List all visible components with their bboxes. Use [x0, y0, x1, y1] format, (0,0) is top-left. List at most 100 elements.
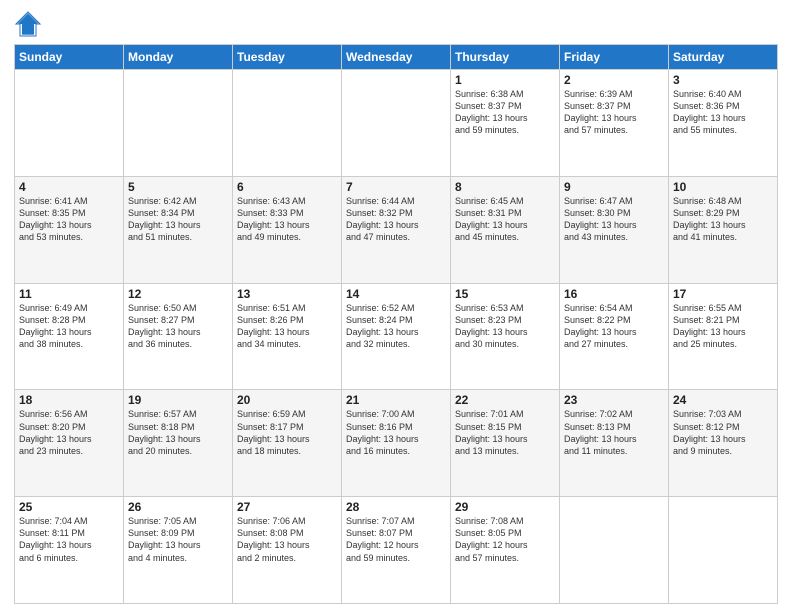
day-number: 15	[455, 287, 555, 301]
day-number: 3	[673, 73, 773, 87]
calendar-cell: 12Sunrise: 6:50 AM Sunset: 8:27 PM Dayli…	[124, 283, 233, 390]
day-header-monday: Monday	[124, 45, 233, 70]
day-info: Sunrise: 7:01 AM Sunset: 8:15 PM Dayligh…	[455, 408, 555, 457]
calendar-cell	[233, 70, 342, 177]
day-number: 26	[128, 500, 228, 514]
calendar-cell: 20Sunrise: 6:59 AM Sunset: 8:17 PM Dayli…	[233, 390, 342, 497]
day-info: Sunrise: 7:00 AM Sunset: 8:16 PM Dayligh…	[346, 408, 446, 457]
day-number: 22	[455, 393, 555, 407]
calendar-cell: 23Sunrise: 7:02 AM Sunset: 8:13 PM Dayli…	[560, 390, 669, 497]
day-number: 25	[19, 500, 119, 514]
day-info: Sunrise: 7:08 AM Sunset: 8:05 PM Dayligh…	[455, 515, 555, 564]
day-number: 2	[564, 73, 664, 87]
day-header-saturday: Saturday	[669, 45, 778, 70]
day-info: Sunrise: 6:55 AM Sunset: 8:21 PM Dayligh…	[673, 302, 773, 351]
day-info: Sunrise: 6:57 AM Sunset: 8:18 PM Dayligh…	[128, 408, 228, 457]
day-info: Sunrise: 7:02 AM Sunset: 8:13 PM Dayligh…	[564, 408, 664, 457]
calendar: SundayMondayTuesdayWednesdayThursdayFrid…	[14, 44, 778, 604]
day-number: 23	[564, 393, 664, 407]
day-header-wednesday: Wednesday	[342, 45, 451, 70]
day-number: 13	[237, 287, 337, 301]
day-number: 8	[455, 180, 555, 194]
calendar-cell: 19Sunrise: 6:57 AM Sunset: 8:18 PM Dayli…	[124, 390, 233, 497]
calendar-cell	[124, 70, 233, 177]
calendar-cell: 28Sunrise: 7:07 AM Sunset: 8:07 PM Dayli…	[342, 497, 451, 604]
day-info: Sunrise: 6:51 AM Sunset: 8:26 PM Dayligh…	[237, 302, 337, 351]
day-info: Sunrise: 6:48 AM Sunset: 8:29 PM Dayligh…	[673, 195, 773, 244]
day-number: 16	[564, 287, 664, 301]
calendar-cell: 22Sunrise: 7:01 AM Sunset: 8:15 PM Dayli…	[451, 390, 560, 497]
day-info: Sunrise: 6:54 AM Sunset: 8:22 PM Dayligh…	[564, 302, 664, 351]
calendar-cell	[15, 70, 124, 177]
calendar-cell: 3Sunrise: 6:40 AM Sunset: 8:36 PM Daylig…	[669, 70, 778, 177]
day-number: 12	[128, 287, 228, 301]
calendar-cell: 8Sunrise: 6:45 AM Sunset: 8:31 PM Daylig…	[451, 176, 560, 283]
day-info: Sunrise: 6:43 AM Sunset: 8:33 PM Dayligh…	[237, 195, 337, 244]
calendar-week-row: 4Sunrise: 6:41 AM Sunset: 8:35 PM Daylig…	[15, 176, 778, 283]
day-info: Sunrise: 7:03 AM Sunset: 8:12 PM Dayligh…	[673, 408, 773, 457]
day-number: 29	[455, 500, 555, 514]
day-number: 7	[346, 180, 446, 194]
day-info: Sunrise: 7:07 AM Sunset: 8:07 PM Dayligh…	[346, 515, 446, 564]
calendar-header-row: SundayMondayTuesdayWednesdayThursdayFrid…	[15, 45, 778, 70]
calendar-cell: 29Sunrise: 7:08 AM Sunset: 8:05 PM Dayli…	[451, 497, 560, 604]
day-number: 9	[564, 180, 664, 194]
calendar-cell: 9Sunrise: 6:47 AM Sunset: 8:30 PM Daylig…	[560, 176, 669, 283]
calendar-cell: 10Sunrise: 6:48 AM Sunset: 8:29 PM Dayli…	[669, 176, 778, 283]
calendar-cell: 11Sunrise: 6:49 AM Sunset: 8:28 PM Dayli…	[15, 283, 124, 390]
calendar-cell	[560, 497, 669, 604]
calendar-cell: 14Sunrise: 6:52 AM Sunset: 8:24 PM Dayli…	[342, 283, 451, 390]
day-info: Sunrise: 6:56 AM Sunset: 8:20 PM Dayligh…	[19, 408, 119, 457]
header	[14, 10, 778, 38]
calendar-cell: 27Sunrise: 7:06 AM Sunset: 8:08 PM Dayli…	[233, 497, 342, 604]
day-info: Sunrise: 6:49 AM Sunset: 8:28 PM Dayligh…	[19, 302, 119, 351]
calendar-cell: 6Sunrise: 6:43 AM Sunset: 8:33 PM Daylig…	[233, 176, 342, 283]
day-number: 14	[346, 287, 446, 301]
calendar-cell: 18Sunrise: 6:56 AM Sunset: 8:20 PM Dayli…	[15, 390, 124, 497]
day-info: Sunrise: 6:41 AM Sunset: 8:35 PM Dayligh…	[19, 195, 119, 244]
day-info: Sunrise: 7:04 AM Sunset: 8:11 PM Dayligh…	[19, 515, 119, 564]
calendar-week-row: 1Sunrise: 6:38 AM Sunset: 8:37 PM Daylig…	[15, 70, 778, 177]
day-info: Sunrise: 7:05 AM Sunset: 8:09 PM Dayligh…	[128, 515, 228, 564]
day-number: 17	[673, 287, 773, 301]
day-info: Sunrise: 6:50 AM Sunset: 8:27 PM Dayligh…	[128, 302, 228, 351]
day-info: Sunrise: 6:42 AM Sunset: 8:34 PM Dayligh…	[128, 195, 228, 244]
day-info: Sunrise: 6:40 AM Sunset: 8:36 PM Dayligh…	[673, 88, 773, 137]
calendar-cell: 1Sunrise: 6:38 AM Sunset: 8:37 PM Daylig…	[451, 70, 560, 177]
calendar-cell: 2Sunrise: 6:39 AM Sunset: 8:37 PM Daylig…	[560, 70, 669, 177]
day-header-tuesday: Tuesday	[233, 45, 342, 70]
calendar-week-row: 25Sunrise: 7:04 AM Sunset: 8:11 PM Dayli…	[15, 497, 778, 604]
day-number: 6	[237, 180, 337, 194]
day-number: 20	[237, 393, 337, 407]
calendar-cell: 16Sunrise: 6:54 AM Sunset: 8:22 PM Dayli…	[560, 283, 669, 390]
logo	[14, 10, 46, 38]
calendar-cell: 4Sunrise: 6:41 AM Sunset: 8:35 PM Daylig…	[15, 176, 124, 283]
day-number: 27	[237, 500, 337, 514]
calendar-cell: 24Sunrise: 7:03 AM Sunset: 8:12 PM Dayli…	[669, 390, 778, 497]
day-number: 24	[673, 393, 773, 407]
day-number: 18	[19, 393, 119, 407]
calendar-cell: 7Sunrise: 6:44 AM Sunset: 8:32 PM Daylig…	[342, 176, 451, 283]
day-number: 11	[19, 287, 119, 301]
day-number: 5	[128, 180, 228, 194]
day-number: 19	[128, 393, 228, 407]
day-info: Sunrise: 6:38 AM Sunset: 8:37 PM Dayligh…	[455, 88, 555, 137]
calendar-cell: 26Sunrise: 7:05 AM Sunset: 8:09 PM Dayli…	[124, 497, 233, 604]
page: SundayMondayTuesdayWednesdayThursdayFrid…	[0, 0, 792, 612]
calendar-cell	[342, 70, 451, 177]
day-number: 1	[455, 73, 555, 87]
calendar-cell: 25Sunrise: 7:04 AM Sunset: 8:11 PM Dayli…	[15, 497, 124, 604]
day-number: 4	[19, 180, 119, 194]
day-header-friday: Friday	[560, 45, 669, 70]
day-number: 28	[346, 500, 446, 514]
day-header-sunday: Sunday	[15, 45, 124, 70]
day-info: Sunrise: 6:47 AM Sunset: 8:30 PM Dayligh…	[564, 195, 664, 244]
calendar-cell: 21Sunrise: 7:00 AM Sunset: 8:16 PM Dayli…	[342, 390, 451, 497]
calendar-week-row: 18Sunrise: 6:56 AM Sunset: 8:20 PM Dayli…	[15, 390, 778, 497]
day-info: Sunrise: 6:59 AM Sunset: 8:17 PM Dayligh…	[237, 408, 337, 457]
day-info: Sunrise: 7:06 AM Sunset: 8:08 PM Dayligh…	[237, 515, 337, 564]
calendar-cell: 17Sunrise: 6:55 AM Sunset: 8:21 PM Dayli…	[669, 283, 778, 390]
day-header-thursday: Thursday	[451, 45, 560, 70]
calendar-cell	[669, 497, 778, 604]
calendar-cell: 15Sunrise: 6:53 AM Sunset: 8:23 PM Dayli…	[451, 283, 560, 390]
